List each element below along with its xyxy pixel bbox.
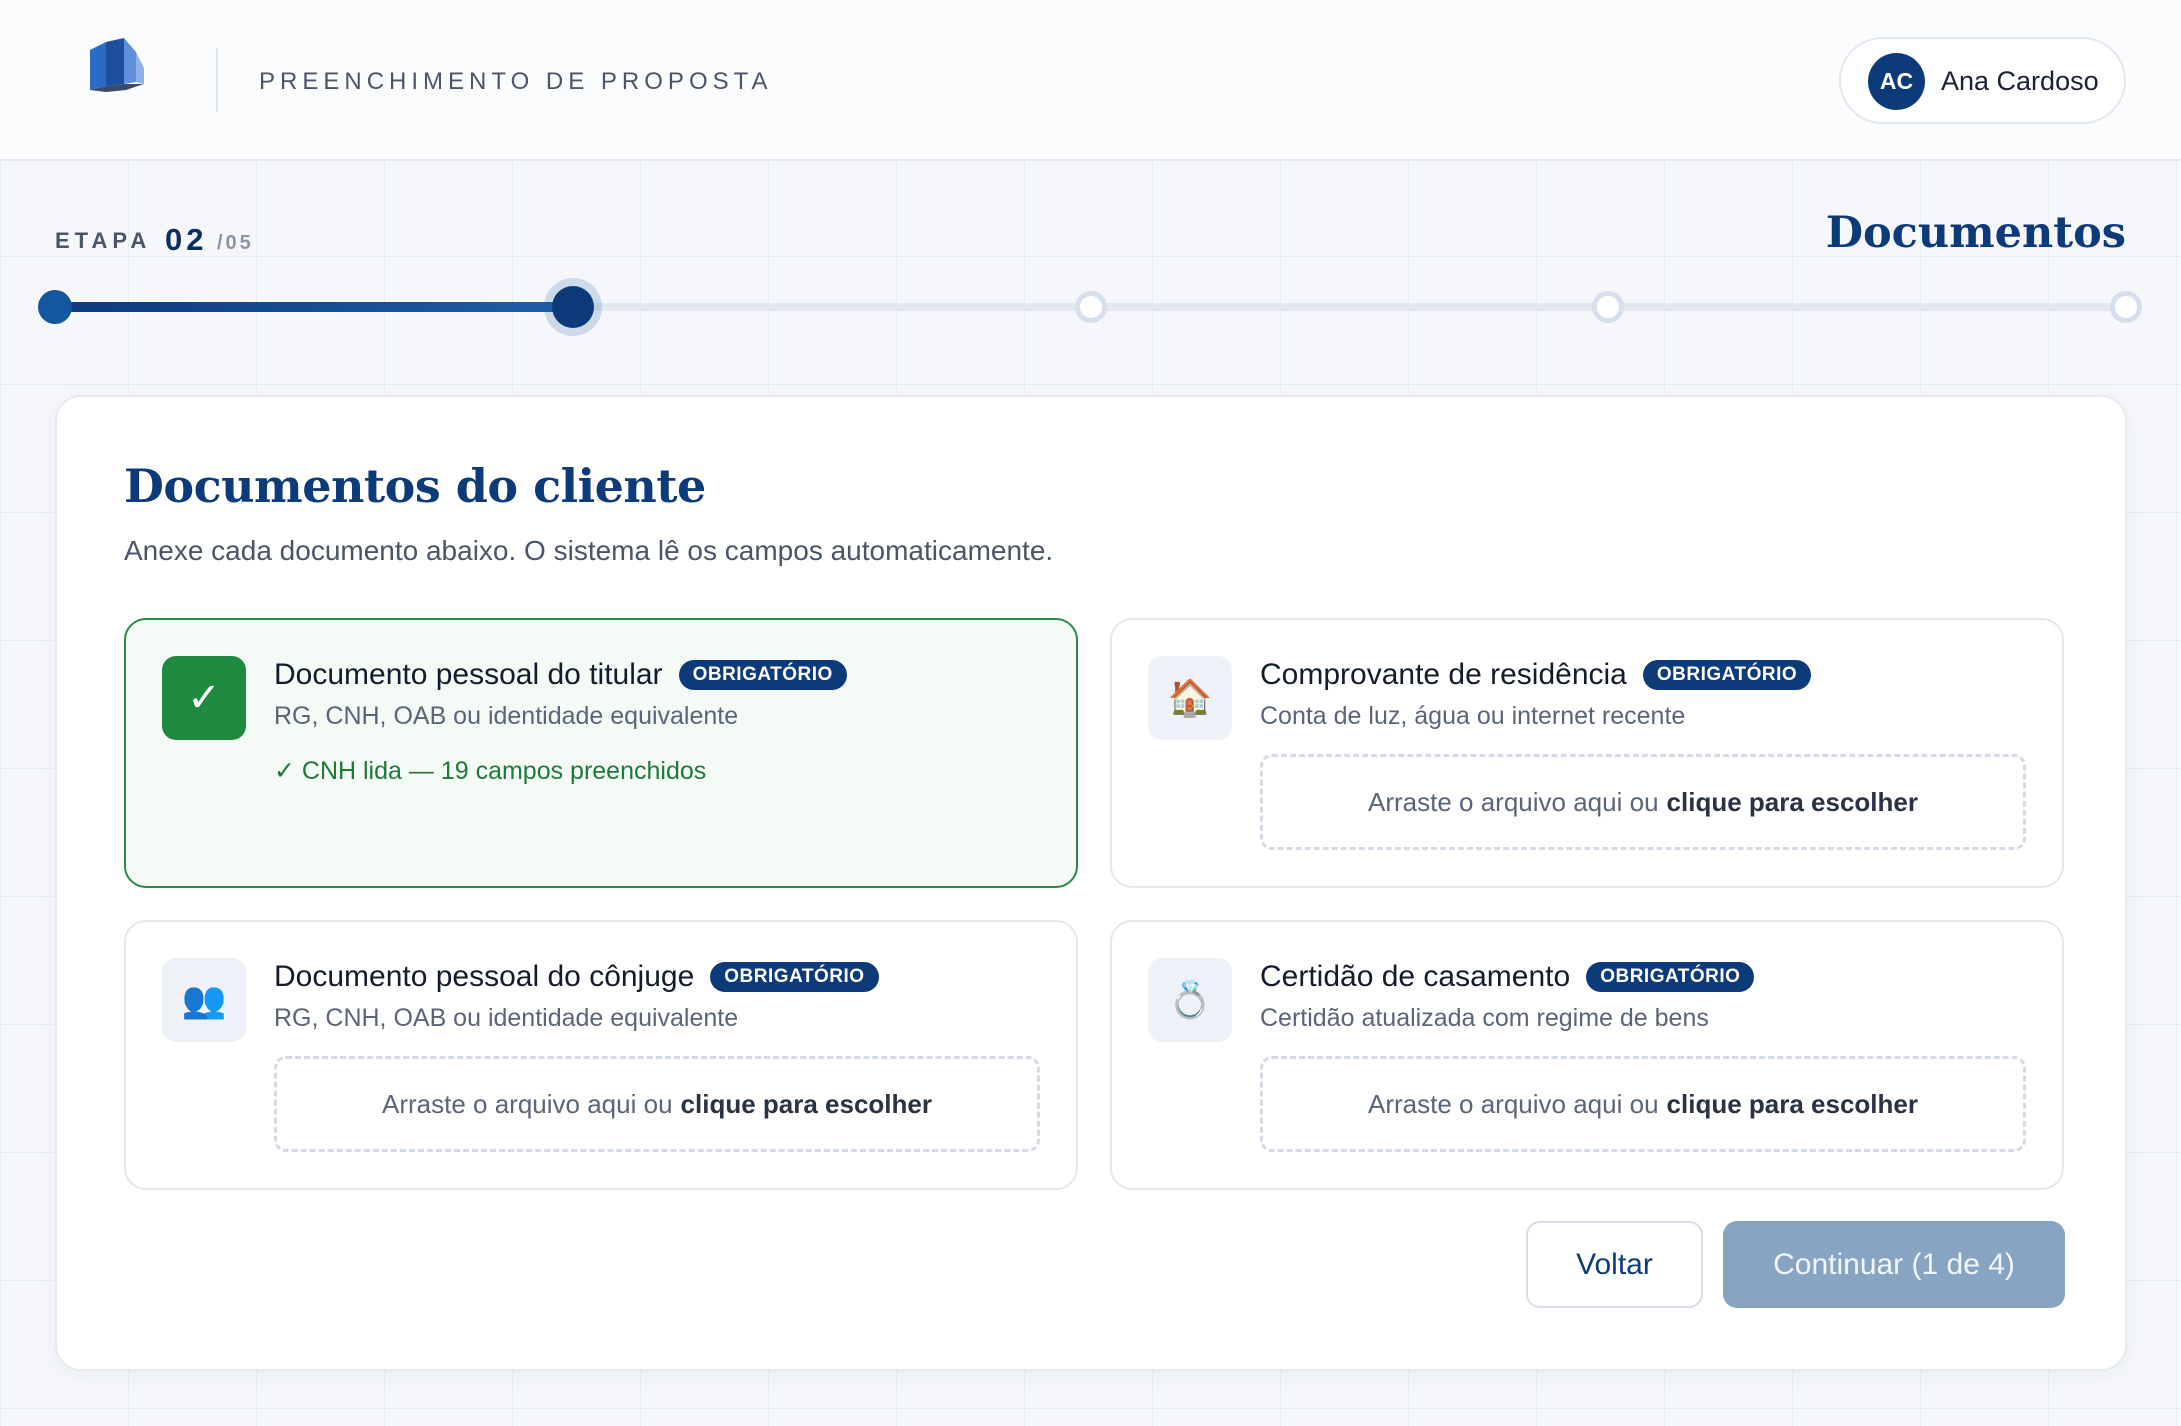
page-section-title: PREENCHIMENTO DE PROPOSTA [259, 68, 773, 95]
dropzone-text: Arraste o arquivo aqui ou [382, 1088, 673, 1119]
documents-card: Documentos do cliente Anexe cada documen… [55, 395, 2127, 1371]
couple-icon: 👥 [162, 958, 246, 1042]
step-dot-1 [38, 290, 72, 324]
step-label: ETAPA [55, 228, 152, 253]
user-menu[interactable]: AC Ana Cardoso [1839, 37, 2126, 124]
step-dot-4 [1592, 291, 1624, 323]
document-title: Comprovante de residência [1260, 658, 1627, 691]
document-description: Conta de luz, água ou internet recente [1260, 702, 1686, 730]
document-title: Certidão de casamento [1260, 960, 1571, 993]
house-icon: 🏠 [1148, 656, 1232, 740]
card-title: Documentos do cliente [124, 459, 706, 513]
dropzone-action[interactable]: clique para escolher [1667, 1089, 1918, 1120]
upload-dropzone[interactable]: Arraste o arquivo aqui ou clique para es… [1260, 754, 2026, 850]
step-dot-3 [1075, 291, 1107, 323]
logo-icon[interactable] [86, 38, 148, 94]
document-status: ✓ CNH lida — 19 campos preenchidos [274, 757, 707, 785]
continue-button[interactable]: Continuar (1 de 4) [1723, 1221, 2065, 1308]
document-card-residencia: 🏠 Comprovante de residência OBRIGATÓRIO … [1110, 618, 2064, 888]
required-badge: OBRIGATÓRIO [710, 962, 879, 992]
dropzone-action[interactable]: clique para escolher [681, 1089, 932, 1120]
document-card-conjuge: 👥 Documento pessoal do cônjuge OBRIGATÓR… [124, 920, 1078, 1190]
ring-icon: 💍 [1148, 958, 1232, 1042]
required-badge: OBRIGATÓRIO [678, 660, 847, 690]
dropzone-text: Arraste o arquivo aqui ou [1368, 1088, 1659, 1119]
progress-fill [55, 302, 573, 312]
required-badge: OBRIGATÓRIO [1586, 962, 1755, 992]
header-divider [216, 48, 218, 112]
document-description: RG, CNH, OAB ou identidade equivalente [274, 702, 739, 730]
step-dot-2 [552, 286, 594, 328]
document-title: Documento pessoal do titular [274, 658, 663, 691]
step-dot-5 [2110, 291, 2142, 323]
avatar: AC [1868, 53, 1925, 110]
step-current: 02 [165, 222, 208, 257]
step-name: Documentos [1825, 208, 2126, 258]
user-name: Ana Cardoso [1941, 66, 2099, 96]
document-title: Documento pessoal do cônjuge [274, 960, 695, 993]
check-icon: ✓ [162, 656, 246, 740]
document-card-casamento: 💍 Certidão de casamento OBRIGATÓRIO Cert… [1110, 920, 2064, 1190]
document-description: RG, CNH, OAB ou identidade equivalente [274, 1004, 739, 1032]
upload-dropzone[interactable]: Arraste o arquivo aqui ou clique para es… [1260, 1056, 2026, 1152]
dropzone-text: Arraste o arquivo aqui ou [1368, 786, 1659, 817]
document-description: Certidão atualizada com regime de bens [1260, 1004, 1709, 1032]
back-button[interactable]: Voltar [1526, 1221, 1703, 1308]
step-total: /05 [217, 232, 254, 254]
required-badge: OBRIGATÓRIO [1642, 660, 1812, 690]
card-subtitle: Anexe cada documento abaixo. O sistema l… [124, 535, 1054, 566]
dropzone-action[interactable]: clique para escolher [1667, 787, 1918, 818]
document-card-titular[interactable]: ✓ Documento pessoal do titular OBRIGATÓR… [124, 618, 1078, 888]
app-header: PREENCHIMENTO DE PROPOSTA AC Ana Cardoso [0, 0, 2181, 161]
upload-dropzone[interactable]: Arraste o arquivo aqui ou clique para es… [274, 1056, 1040, 1152]
